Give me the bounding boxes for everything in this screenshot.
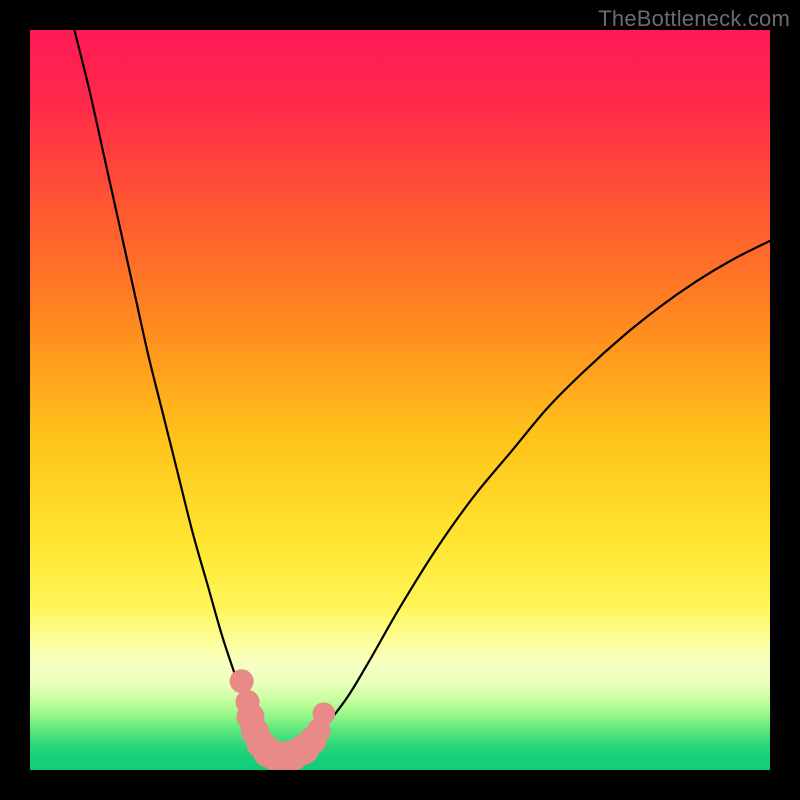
gradient-background	[30, 30, 770, 770]
data-dot	[312, 702, 335, 725]
bottleneck-chart	[30, 30, 770, 770]
chart-frame	[30, 30, 770, 770]
data-dot	[230, 669, 254, 693]
watermark-text: TheBottleneck.com	[598, 6, 790, 32]
